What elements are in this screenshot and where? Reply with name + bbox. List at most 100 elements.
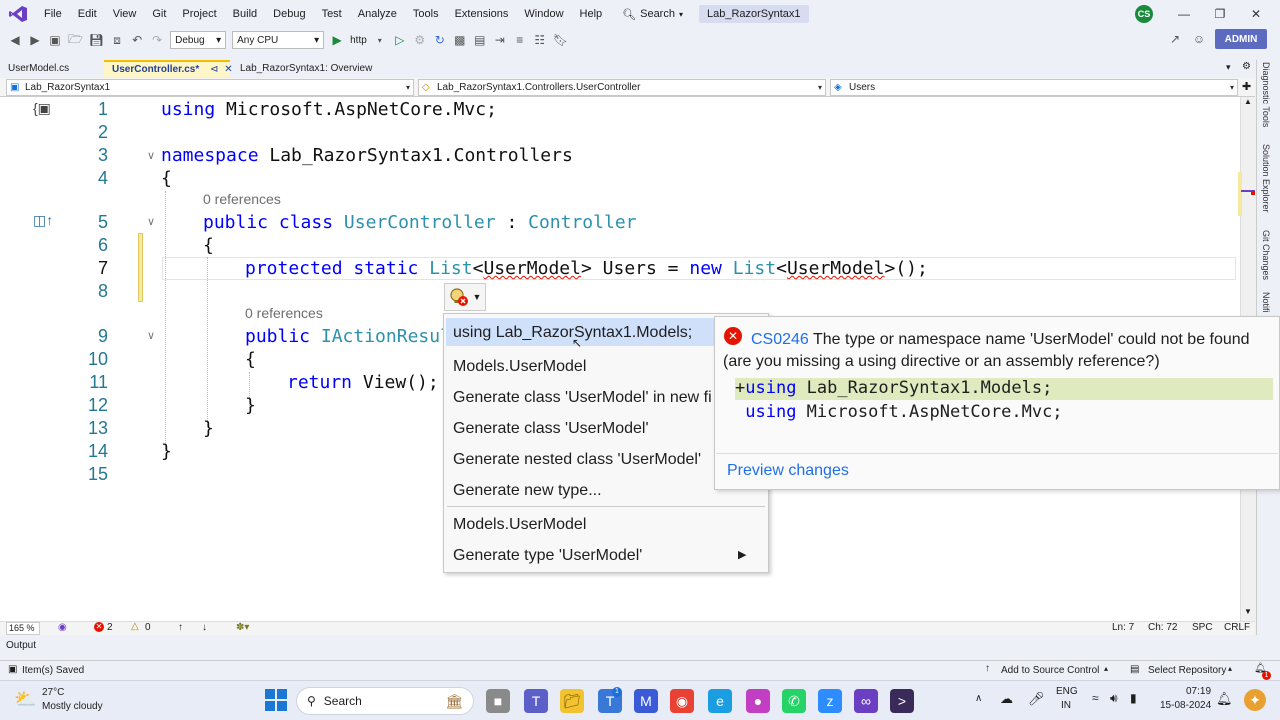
menu-project[interactable]: Project <box>174 0 224 28</box>
error-squiggle[interactable]: UserModel <box>483 258 581 279</box>
error-code-link[interactable]: CS0246 <box>751 331 809 348</box>
intellicode-icon[interactable]: ◉ <box>58 622 67 633</box>
wifi-icon[interactable]: ≈ <box>1092 691 1099 705</box>
collapse-icon[interactable]: ∨ <box>147 215 155 228</box>
onedrive-icon[interactable]: ☁ <box>1000 691 1013 707</box>
gear-icon[interactable]: ⚙ <box>1242 61 1251 72</box>
quick-action-generate-new-file[interactable]: Generate class 'UserModel' in new fi <box>453 389 712 407</box>
run-target-label[interactable]: http <box>350 35 367 46</box>
close-button[interactable]: ✕ <box>1242 4 1270 24</box>
collapse-icon[interactable]: ∨ <box>147 149 155 162</box>
menu-window[interactable]: Window <box>516 0 571 28</box>
menu-edit[interactable]: Edit <box>70 0 105 28</box>
menu-test[interactable]: Test <box>314 0 350 28</box>
quick-actions-lightbulb[interactable]: ▼ <box>444 283 486 311</box>
live-share-icon[interactable]: ↗ <box>1168 32 1182 46</box>
file-explorer-icon[interactable]: 📁︎ <box>560 689 584 713</box>
tab-diagnostic-tools[interactable]: Diagnostic Tools <box>1261 62 1271 127</box>
redo-icon[interactable]: ↷ <box>150 33 164 47</box>
step-icon[interactable]: ⇥ <box>493 33 507 47</box>
tab-usercontroller[interactable]: UserController.cs* ⊲ ✕ <box>104 60 233 77</box>
zoom-icon[interactable]: z <box>818 689 842 713</box>
codelens-references[interactable]: 0 references <box>203 191 281 207</box>
project-dropdown[interactable]: ▣ Lab_RazorSyntax1 ▾ <box>6 79 414 96</box>
bookmark-icon[interactable]: 🔖︎ <box>553 33 568 47</box>
feedback-icon[interactable]: ☺ <box>1192 32 1206 46</box>
edge-icon[interactable]: e <box>708 689 732 713</box>
taskbar-search[interactable]: ⚲ Search 🏛︎ <box>296 687 474 715</box>
visual-studio-taskbar-icon[interactable]: ∞ <box>854 689 878 713</box>
error-squiggle[interactable]: UserModel <box>787 258 885 279</box>
quick-action-generate-class[interactable]: Generate class 'UserModel' <box>453 420 649 438</box>
back-icon[interactable]: ◀ <box>8 33 22 47</box>
warning-icon[interactable]: △ <box>131 621 139 632</box>
layout-icon[interactable]: ▤ <box>473 33 487 47</box>
line-indicator[interactable]: Ln: 7 <box>1112 622 1134 633</box>
forward-icon[interactable]: ▶ <box>28 33 42 47</box>
codelens-references[interactable]: 0 references <box>245 305 323 321</box>
quick-action-generate-nested[interactable]: Generate nested class 'UserModel' <box>453 451 701 469</box>
clock-date[interactable]: 15-08-2024 <box>1160 700 1211 711</box>
menu-file[interactable]: File <box>36 0 70 28</box>
menu-view[interactable]: View <box>105 0 145 28</box>
browser-link-icon[interactable]: ▩ <box>453 33 467 47</box>
menu-help[interactable]: Help <box>572 0 611 28</box>
format-icon[interactable]: ≡ <box>513 33 527 47</box>
battery-icon[interactable]: ▮ <box>1130 691 1137 705</box>
save-all-icon[interactable]: ⧈ <box>110 33 124 48</box>
pin-icon[interactable]: ⊲ <box>210 64 218 75</box>
undo-icon[interactable]: ↶ <box>130 33 144 47</box>
whiteboard-icon[interactable]: M <box>634 689 658 713</box>
teams-icon[interactable]: T <box>524 689 548 713</box>
namespace-glyph-icon[interactable]: {▣ <box>33 100 51 117</box>
admin-badge[interactable]: ADMIN <box>1215 29 1267 49</box>
spacing-indicator[interactable]: SPC <box>1192 622 1213 633</box>
menu-debug[interactable]: Debug <box>265 0 313 28</box>
tab-notifications[interactable]: Notifi <box>1261 292 1271 313</box>
platform-select[interactable]: Any CPU ▾ <box>232 31 325 49</box>
run-icon[interactable]: ▶ <box>330 33 344 47</box>
quick-action-generate-new-type[interactable]: Generate new type... <box>453 482 602 500</box>
class-dropdown[interactable]: ◇ Lab_RazorSyntax1.Controllers.UserContr… <box>418 79 826 96</box>
tab-git-changes[interactable]: Git Changes <box>1261 230 1271 280</box>
minimize-button[interactable]: — <box>1170 4 1198 24</box>
chevron-up-icon[interactable]: ∧ <box>975 693 982 704</box>
quick-action-qualify-2[interactable]: Models.UserModel <box>453 516 586 534</box>
start-button[interactable] <box>265 689 287 711</box>
menu-analyze[interactable]: Analyze <box>350 0 405 28</box>
task-view-icon[interactable]: ■ <box>486 689 510 713</box>
start-without-debugging-icon[interactable]: ▷ <box>393 33 407 47</box>
refresh-icon[interactable]: ↻ <box>433 33 447 47</box>
avatar[interactable]: CS <box>1135 5 1153 23</box>
notification-bell-icon[interactable]: 🔔︎ <box>1216 691 1233 707</box>
error-icon[interactable]: ✕ <box>94 622 104 632</box>
menu-tools[interactable]: Tools <box>405 0 447 28</box>
temperature[interactable]: 27°C <box>42 687 64 698</box>
configuration-select[interactable]: Debug ▾ <box>170 31 227 49</box>
warning-count[interactable]: 0 <box>145 622 151 633</box>
next-issue-icon[interactable]: ↓ <box>202 622 207 633</box>
language-secondary[interactable]: IN <box>1061 700 1071 711</box>
zoom-select[interactable]: 165 % <box>6 622 40 635</box>
menu-git[interactable]: Git <box>144 0 174 28</box>
terminal-icon[interactable]: > <box>890 689 914 713</box>
tab-solution-explorer[interactable]: Solution Explorer <box>1261 144 1271 213</box>
new-project-icon[interactable]: ▣ <box>48 33 62 47</box>
save-icon[interactable]: 💾︎ <box>89 33 104 47</box>
menu-build[interactable]: Build <box>225 0 265 28</box>
tab-usermodel[interactable]: UserModel.cs <box>0 60 100 77</box>
microphone-icon[interactable]: 🎤︎ <box>1028 691 1045 707</box>
chevron-down-icon[interactable]: ▾ <box>373 36 387 45</box>
hot-reload-icon[interactable]: ⚙ <box>413 33 427 47</box>
messenger-icon[interactable]: ● <box>746 689 770 713</box>
clock-time[interactable]: 07:19 <box>1186 686 1211 697</box>
preview-changes-link[interactable]: Preview changes <box>727 462 849 480</box>
comment-icon[interactable]: ☷ <box>533 33 547 47</box>
column-indicator[interactable]: Ch: 72 <box>1148 622 1177 633</box>
restore-button[interactable]: ❐ <box>1206 4 1234 24</box>
volume-icon[interactable]: 🔊︎ <box>1110 691 1118 706</box>
quick-action-qualify[interactable]: Models.UserModel <box>453 358 586 376</box>
open-icon[interactable]: 🗁︎ <box>68 30 83 51</box>
collapse-icon[interactable]: ∨ <box>147 329 155 342</box>
add-to-source-control[interactable]: Add to Source Control <box>1001 665 1099 676</box>
